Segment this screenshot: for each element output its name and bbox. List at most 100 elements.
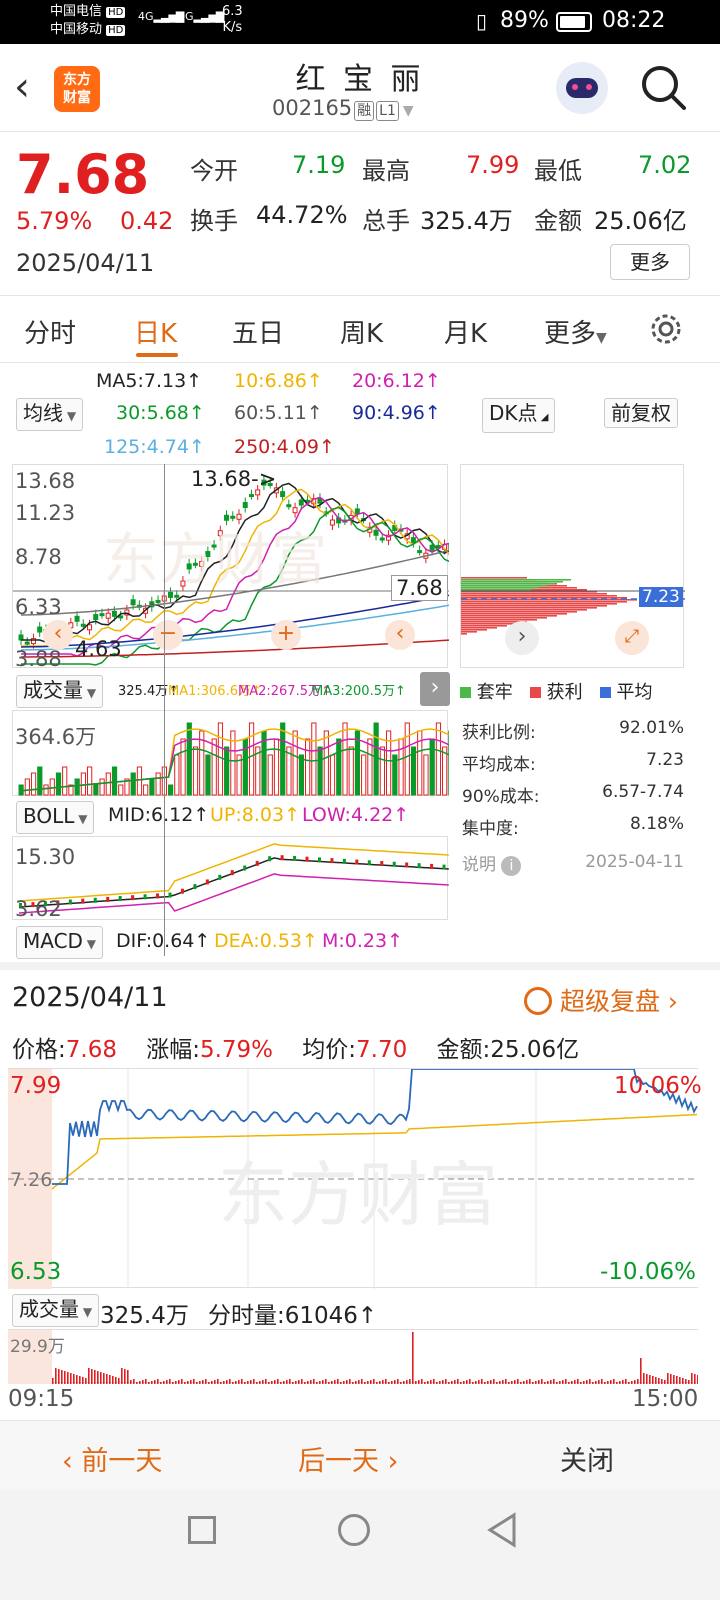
intraday-volume-bar xyxy=(631,1381,633,1384)
intraday-volume-bar xyxy=(160,1382,162,1384)
adjust-select[interactable]: 前复权 xyxy=(604,398,678,428)
volume-bar xyxy=(93,784,99,796)
close-button[interactable]: 关闭 xyxy=(560,1439,614,1478)
volume-bar xyxy=(37,766,43,796)
intraday-volume-bar xyxy=(394,1380,396,1384)
intraday-volume-bar xyxy=(103,1373,105,1384)
tab-more[interactable]: 更多▼ xyxy=(544,313,607,350)
intraday-volume-bar xyxy=(451,1381,453,1384)
chip-note[interactable]: 说明 i xyxy=(462,850,522,876)
dk-point-select[interactable]: DK点 ◢ xyxy=(482,398,556,433)
intraday-volume-bar xyxy=(202,1380,204,1384)
tab-daily-k[interactable]: 日K xyxy=(134,313,177,350)
volume-select[interactable]: 成交量 ▼ xyxy=(16,675,104,708)
volume-bar xyxy=(292,730,298,796)
intraday-volume-bar xyxy=(124,1369,126,1384)
intraday-volume-bar xyxy=(304,1382,306,1384)
intraday-volume-bar xyxy=(52,1378,54,1384)
battery-icon xyxy=(556,12,592,32)
intraday-volume-bar xyxy=(625,1379,627,1384)
chip-trapped-bar xyxy=(461,583,555,585)
tab-weekly-k[interactable]: 周K xyxy=(340,313,383,350)
settings-gear-icon[interactable] xyxy=(648,311,684,351)
chip-next-icon[interactable]: › xyxy=(505,621,539,655)
volume-bar xyxy=(155,772,161,796)
chart-back-icon[interactable]: ‹ xyxy=(385,620,415,650)
boll-candle xyxy=(131,895,135,901)
intraday-volume-bar xyxy=(235,1381,237,1384)
boll-chart[interactable]: 15.30 3.62 xyxy=(12,836,449,921)
back-icon[interactable] xyxy=(486,1512,518,1552)
candle-body xyxy=(429,544,435,551)
time-end: 15:00 xyxy=(632,1386,699,1412)
intraday-volume-bar xyxy=(526,1380,528,1384)
intraday-volume-bar xyxy=(193,1379,195,1384)
zoom-in-icon[interactable]: + xyxy=(271,620,301,650)
prev-day-button[interactable]: ‹ 前一天 xyxy=(62,1439,162,1478)
intraday-volume-bar xyxy=(412,1332,414,1384)
intraday-volume-bar xyxy=(268,1382,270,1384)
intraday-volume-bar xyxy=(442,1380,444,1384)
intraday-y-low: 6.53 xyxy=(10,1259,62,1285)
boll-mid: MID:6.12↑ xyxy=(108,804,210,826)
intraday-volume-bar xyxy=(166,1380,168,1384)
fullscreen-icon[interactable]: ⤢ xyxy=(615,621,649,655)
tab-five-day[interactable]: 五日 xyxy=(232,313,284,350)
intraday-volume-bar xyxy=(67,1372,69,1384)
search-icon[interactable] xyxy=(640,64,688,116)
super-replay-link[interactable]: 超级复盘 › xyxy=(524,982,678,1018)
intraday-volume-bar xyxy=(127,1370,129,1384)
intraday-chart[interactable]: 东方财富 7.99 7.26 6.53 10.06% -10.06% xyxy=(8,1068,702,1289)
intraday-volume-bar xyxy=(79,1376,81,1384)
home-icon[interactable] xyxy=(338,1514,370,1546)
candle-body xyxy=(93,614,99,621)
intraday-volume-chart[interactable]: 29.9万 xyxy=(8,1329,698,1384)
intraday-volume-bar xyxy=(100,1372,102,1384)
candle-body xyxy=(280,491,286,498)
intraday-volume-bar xyxy=(94,1370,96,1384)
chip-profit-bar xyxy=(461,607,597,609)
intraday-volume-bar xyxy=(199,1381,201,1384)
intraday-volume-bar xyxy=(385,1379,387,1384)
candle-body xyxy=(292,507,298,514)
intraday-volume-bar xyxy=(568,1382,570,1384)
tab-monthly-k[interactable]: 月K xyxy=(444,313,487,350)
volume-bar xyxy=(30,772,37,796)
candle-body xyxy=(118,615,124,619)
expand-panel-icon[interactable]: › xyxy=(420,672,450,706)
candle-body xyxy=(248,494,254,498)
boll-candle xyxy=(118,896,122,902)
intraday-volume-bar xyxy=(529,1379,531,1384)
intraday-volume-bar xyxy=(55,1368,57,1384)
intraday-volume-bar xyxy=(58,1369,60,1384)
intraday-volume-bar xyxy=(283,1381,285,1384)
time-start: 09:15 xyxy=(8,1386,75,1412)
macd-select[interactable]: MACD ▼ xyxy=(16,926,103,959)
intraday-volume-bar xyxy=(73,1374,75,1384)
low-value: 7.02 xyxy=(638,151,692,179)
next-day-button[interactable]: 后一天 › xyxy=(298,1439,398,1478)
intraday-volume-bar xyxy=(649,1375,651,1384)
intraday-volume-bar xyxy=(145,1379,147,1384)
intraday-volume-bar xyxy=(82,1377,84,1384)
kline-chart[interactable]: 东方财富 13.68 11.23 8.78 6.33 3.88 13.68-> … xyxy=(12,464,449,671)
candle-body xyxy=(373,529,379,536)
indicator-select[interactable]: 均线 ▼ xyxy=(16,398,84,431)
volume-bar xyxy=(404,722,410,796)
volume-bar xyxy=(317,746,323,796)
volume-label: 总手 xyxy=(362,207,410,235)
tab-intraday[interactable]: 分时 xyxy=(24,313,76,350)
recent-apps-icon[interactable] xyxy=(188,1516,216,1544)
intraday-volume-bar xyxy=(88,1368,90,1384)
chip-distribution-chart[interactable]: 7.23 › ⤢ xyxy=(460,464,685,668)
more-button[interactable]: 更多 xyxy=(610,244,690,280)
chart-left-arrow-icon[interactable]: ‹ xyxy=(43,620,73,650)
volume-bar xyxy=(379,746,385,796)
zoom-out-icon[interactable]: − xyxy=(153,620,183,650)
robot-assistant-icon[interactable] xyxy=(556,62,608,114)
intraday-volume-select[interactable]: 成交量 ▼ xyxy=(12,1294,100,1327)
boll-candle xyxy=(330,858,334,864)
volume-chart[interactable]: 364.6万 xyxy=(12,710,449,796)
boll-select[interactable]: BOLL ▼ xyxy=(16,801,95,834)
intraday-volume-bar xyxy=(418,1380,420,1384)
